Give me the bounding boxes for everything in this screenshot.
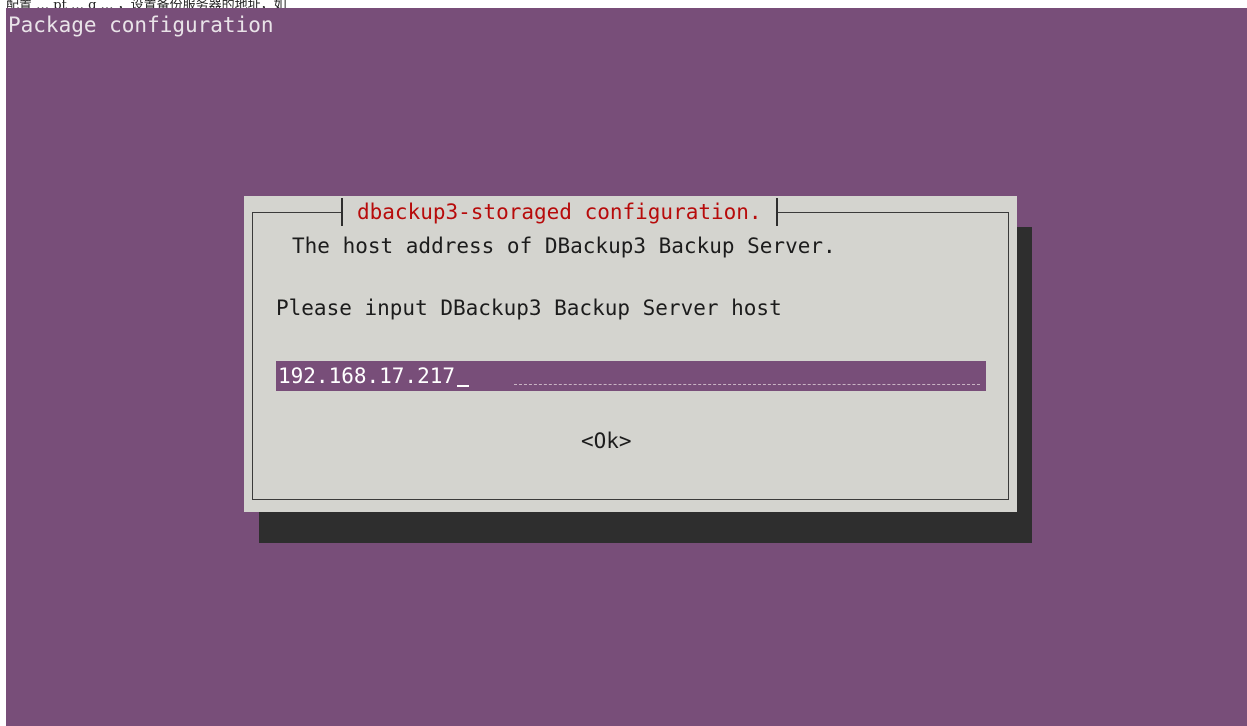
dialog-subtitle: The host address of DBackup3 Backup Serv… [292,234,836,258]
text-cursor [457,385,470,387]
input-fill-dots [514,384,980,385]
dialog-title: dbackup3-storaged configuration. [341,198,778,226]
terminal-window: Package configuration dbackup3-storaged … [6,8,1247,726]
terminal-title: Package configuration [8,13,274,37]
document-caption: 配置 … pt … g … ，设置备份服务器的地址，如 [6,0,287,8]
ok-button[interactable]: <Ok> [581,429,632,453]
dialog-prompt: Please input DBackup3 Backup Server host [276,296,782,320]
host-input-value: 192.168.17.217 [278,364,456,388]
host-input[interactable]: 192.168.17.217 [276,361,986,391]
configuration-dialog: dbackup3-storaged configuration. The hos… [244,196,1017,512]
